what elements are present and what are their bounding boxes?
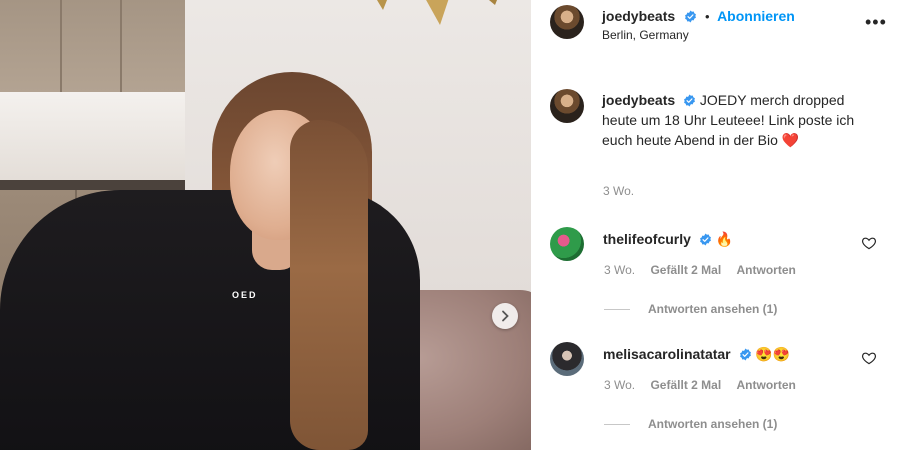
verified-badge-icon [684,10,696,23]
more-options-icon[interactable]: ••• [865,12,887,33]
post-side-panel: joedybeats • Abonnieren Berlin, Germany … [531,0,900,450]
verified-badge-icon [739,348,751,361]
like-heart-icon[interactable] [861,350,877,366]
post-header: joedybeats • Abonnieren [602,8,795,26]
caption-timestamp[interactable]: 3 Wo. [603,184,634,198]
view-replies-button[interactable]: Antworten ansehen (1) [648,417,777,431]
comment-username[interactable]: melisacarolinatatar [603,346,731,362]
photo-upper-cabinets [0,0,185,92]
author-avatar[interactable] [550,5,584,39]
photo-counter [0,180,185,190]
caption-username[interactable]: joedybeats [602,92,675,108]
reply-button[interactable]: Antworten [737,263,796,277]
comment-likes-count[interactable]: Gefällt 2 Mal [650,378,721,392]
separator-dot: • [705,9,710,24]
comment-meta: 3 Wo. Gefällt 2 Mal Antworten [604,263,808,277]
comment-likes-count[interactable]: Gefällt 2 Mal [650,263,721,277]
comment-text: 😍😍 [755,346,791,362]
comment: melisacarolinatatar 😍😍 [603,346,790,363]
photo-kitchen-backsplash [0,92,185,184]
replies-divider [604,424,630,425]
post-caption: joedybeats JOEDY merch dropped heute um … [602,90,882,150]
comment-avatar[interactable] [550,342,584,376]
post-location[interactable]: Berlin, Germany [602,28,689,42]
verified-badge-icon [699,233,711,246]
follow-button[interactable]: Abonnieren [717,8,795,24]
comment: thelifeofcurly 🔥 [603,231,733,248]
comment-meta: 3 Wo. Gefällt 2 Mal Antworten [604,378,808,392]
next-photo-button[interactable] [492,303,518,329]
replies-divider [604,309,630,310]
verified-badge-icon [684,94,695,107]
chevron-right-icon [502,310,509,322]
caption-avatar[interactable] [550,89,584,123]
comment-timestamp[interactable]: 3 Wo. [604,378,635,392]
author-username[interactable]: joedybeats [602,8,675,24]
comment-timestamp[interactable]: 3 Wo. [604,263,635,277]
like-heart-icon[interactable] [861,235,877,251]
hoodie-print: OED [232,290,258,300]
comment-username[interactable]: thelifeofcurly [603,231,691,247]
comment-avatar[interactable] [550,227,584,261]
reply-button[interactable]: Antworten [737,378,796,392]
post-photo: OED [0,0,531,450]
heart-emoji: ❤️ [781,132,800,148]
photo-star-lamp [377,0,497,25]
view-replies-button[interactable]: Antworten ansehen (1) [648,302,777,316]
photo-hair-front [290,120,368,450]
comment-text: 🔥 [715,231,734,247]
